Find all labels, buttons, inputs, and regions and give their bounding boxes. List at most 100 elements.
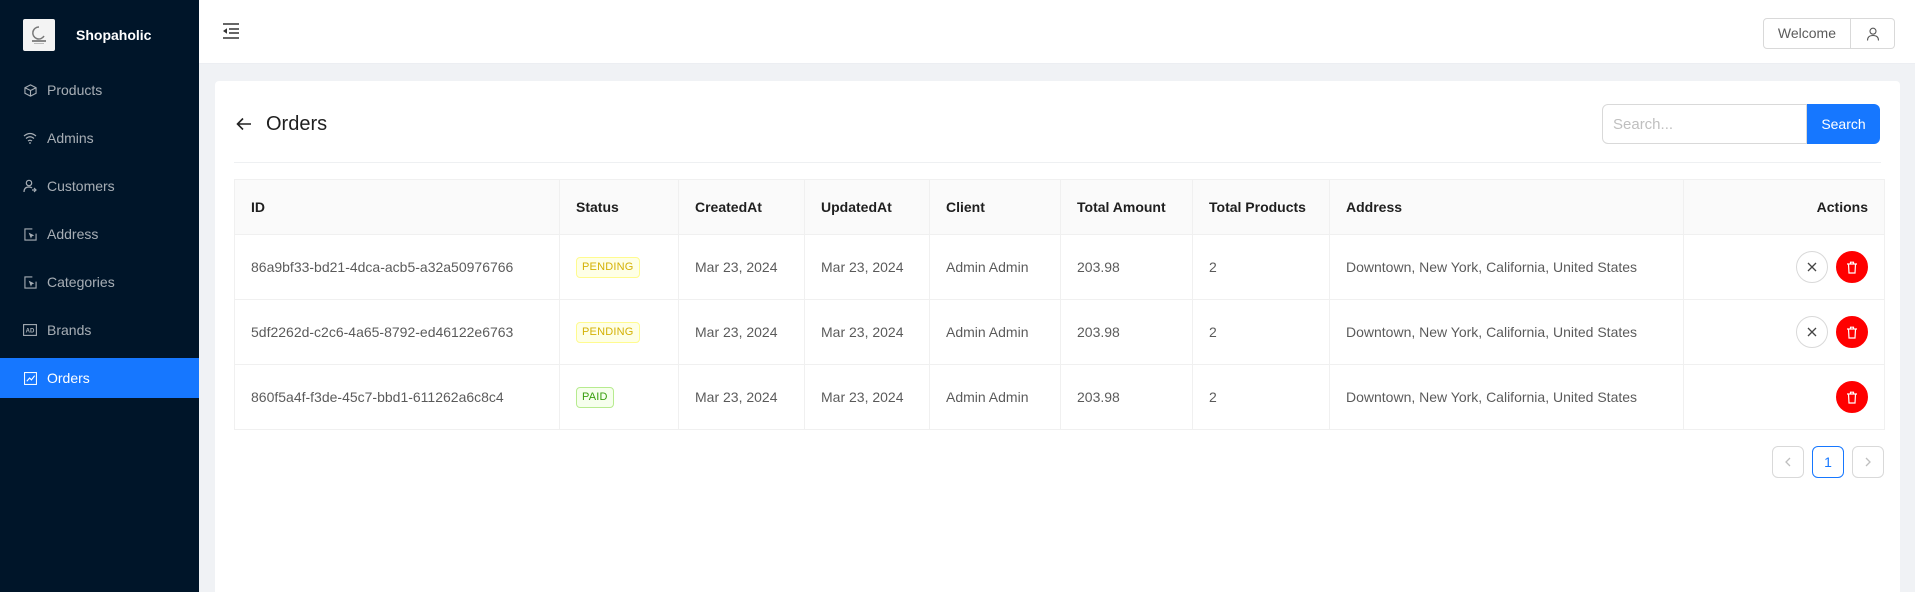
table-row: 86a9bf33-bd21-4dca-acb5-a32a50976766 PEN…	[234, 234, 1885, 300]
sidebar-item-label: Products	[47, 82, 103, 98]
client: Admin Admin	[929, 364, 1061, 430]
page-title: Orders	[266, 113, 328, 135]
total-amount: 203.98	[1060, 234, 1193, 300]
column-header-client[interactable]: Client	[929, 179, 1061, 235]
sidebar-item-admins[interactable]: Admins	[0, 118, 199, 158]
trash-icon	[1847, 391, 1857, 404]
app-name: Shopaholic	[76, 27, 152, 43]
column-header-address[interactable]: Address	[1329, 179, 1684, 235]
sidebar-item-brands[interactable]: AD Brands	[0, 310, 199, 350]
status-cell: PAID	[559, 364, 679, 430]
status-cell: PENDING	[559, 299, 679, 365]
column-header-updatedat[interactable]: UpdatedAt	[804, 179, 930, 235]
sidebar-item-label: Categories	[47, 274, 115, 290]
prev-page-button[interactable]	[1772, 446, 1804, 478]
updated-at: Mar 23, 2024	[804, 234, 930, 300]
column-header-total-products[interactable]: Total Products	[1192, 179, 1330, 235]
cube-icon	[23, 83, 37, 97]
delete-order-button[interactable]	[1836, 251, 1868, 283]
sidebar-menu: Products Admins Customers Address Catego…	[0, 70, 199, 398]
sidebar-item-customers[interactable]: Customers	[0, 166, 199, 206]
app-logo	[23, 19, 55, 51]
sidebar-item-address[interactable]: Address	[0, 214, 199, 254]
select-arrow-icon	[23, 275, 37, 289]
status-badge: PENDING	[576, 321, 640, 343]
search-bar: Search	[1602, 104, 1880, 144]
order-id: 860f5a4f-f3de-45c7-bbd1-611262a6c8c4	[234, 364, 560, 430]
pagination: 1	[1772, 446, 1884, 478]
actions-cell	[1683, 234, 1885, 300]
client: Admin Admin	[929, 234, 1061, 300]
column-header-createdat[interactable]: CreatedAt	[678, 179, 805, 235]
select-arrow-icon	[23, 227, 37, 241]
menu-fold-icon[interactable]	[221, 21, 241, 41]
close-icon	[1807, 262, 1817, 272]
client: Admin Admin	[929, 299, 1061, 365]
orders-card: Orders Search ID Status CreatedAt Update…	[215, 81, 1900, 592]
sidebar-item-products[interactable]: Products	[0, 70, 199, 110]
sidebar-item-label: Admins	[47, 130, 94, 146]
created-at: Mar 23, 2024	[678, 299, 805, 365]
address: Downtown, New York, California, United S…	[1329, 364, 1684, 430]
sidebar-item-label: Orders	[47, 370, 90, 386]
column-header-status[interactable]: Status	[559, 179, 679, 235]
actions-cell	[1683, 364, 1885, 430]
total-products: 2	[1192, 299, 1330, 365]
total-amount: 203.98	[1060, 299, 1193, 365]
delete-order-button[interactable]	[1836, 316, 1868, 348]
page-number-button[interactable]: 1	[1812, 446, 1844, 478]
logo-row: Shopaholic	[0, 0, 199, 70]
cancel-order-button[interactable]	[1796, 251, 1828, 283]
user-switch-icon	[23, 179, 37, 193]
search-button[interactable]: Search	[1807, 104, 1880, 144]
column-header-actions: Actions	[1683, 179, 1885, 235]
ad-icon: AD	[23, 323, 37, 337]
total-amount: 203.98	[1060, 364, 1193, 430]
updated-at: Mar 23, 2024	[804, 364, 930, 430]
sidebar-item-categories[interactable]: Categories	[0, 262, 199, 302]
cancel-order-button[interactable]	[1796, 316, 1828, 348]
created-at: Mar 23, 2024	[678, 364, 805, 430]
status-badge: PENDING	[576, 256, 640, 278]
status-badge: PAID	[576, 386, 614, 408]
table-header-row: ID Status CreatedAt UpdatedAt Client Tot…	[234, 179, 1885, 235]
search-input[interactable]	[1602, 104, 1807, 144]
sidebar-item-label: Customers	[47, 178, 115, 194]
sidebar-item-label: Address	[47, 226, 99, 242]
sidebar-item-label: Brands	[47, 322, 92, 338]
user-icon[interactable]	[1851, 18, 1895, 49]
close-icon	[1807, 327, 1817, 337]
trash-icon	[1847, 261, 1857, 274]
chevron-right-icon	[1865, 457, 1871, 467]
sidebar-item-orders[interactable]: Orders	[0, 358, 199, 398]
user-menu: Welcome	[1762, 18, 1895, 49]
arrow-left-icon[interactable]	[235, 115, 253, 133]
table-row: 5df2262d-c2c6-4a65-8792-ed46122e6763 PEN…	[234, 299, 1885, 365]
trash-icon	[1847, 326, 1857, 339]
top-header: Welcome	[199, 0, 1915, 64]
delete-order-button[interactable]	[1836, 381, 1868, 413]
table-row: 860f5a4f-f3de-45c7-bbd1-611262a6c8c4 PAI…	[234, 364, 1885, 430]
page-header: Orders Search	[215, 81, 1900, 163]
created-at: Mar 23, 2024	[678, 234, 805, 300]
order-id: 5df2262d-c2c6-4a65-8792-ed46122e6763	[234, 299, 560, 365]
line-chart-icon	[23, 371, 37, 385]
order-id: 86a9bf33-bd21-4dca-acb5-a32a50976766	[234, 234, 560, 300]
address: Downtown, New York, California, United S…	[1329, 299, 1684, 365]
wifi-icon	[23, 131, 37, 145]
total-products: 2	[1192, 234, 1330, 300]
divider	[234, 162, 1881, 163]
next-page-button[interactable]	[1852, 446, 1884, 478]
updated-at: Mar 23, 2024	[804, 299, 930, 365]
sidebar: Shopaholic Products Admins Customers Add…	[0, 0, 199, 592]
address: Downtown, New York, California, United S…	[1329, 234, 1684, 300]
column-header-total-amount[interactable]: Total Amount	[1060, 179, 1193, 235]
welcome-button[interactable]: Welcome	[1762, 18, 1851, 49]
total-products: 2	[1192, 364, 1330, 430]
orders-table: ID Status CreatedAt UpdatedAt Client Tot…	[234, 179, 1885, 430]
svg-text:AD: AD	[26, 329, 35, 335]
column-header-id[interactable]: ID	[234, 179, 560, 235]
status-cell: PENDING	[559, 234, 679, 300]
chevron-left-icon	[1785, 457, 1791, 467]
actions-cell	[1683, 299, 1885, 365]
